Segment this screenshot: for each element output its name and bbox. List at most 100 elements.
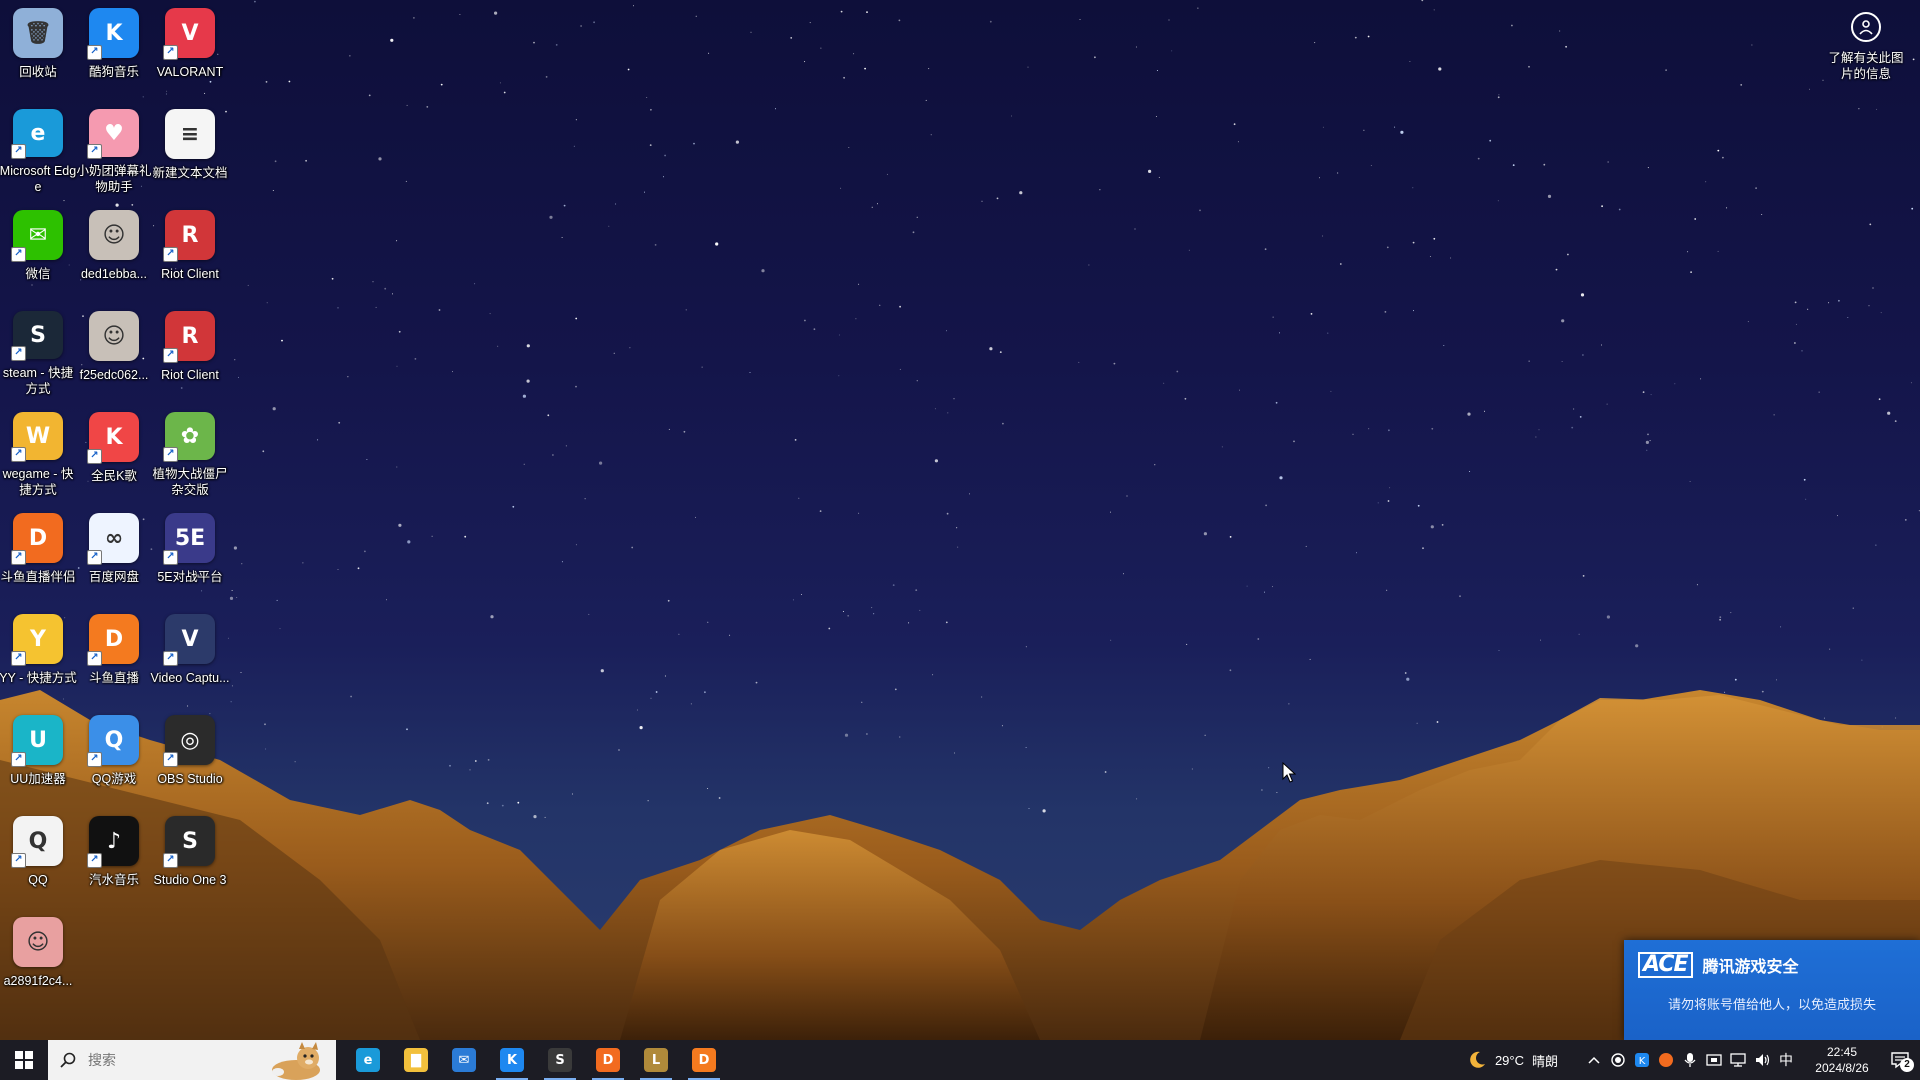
wallpaper-info[interactable]: 了解有关此图片的信息	[1824, 12, 1908, 82]
taskbar-app-button[interactable]: S	[536, 1040, 584, 1080]
weather-widget[interactable]: 29°C 晴朗	[1467, 1050, 1558, 1070]
desktop-icon-label: 小奶团弹幕礼物助手	[76, 164, 152, 194]
shortcut-arrow-icon: ↗	[163, 550, 178, 565]
desktop-icon[interactable]: D ↗ 斗鱼直播伴侣	[0, 507, 76, 599]
desktop-icon-label: 百度网盘	[88, 570, 139, 584]
desktop-icon-label: 汽水音乐	[88, 873, 139, 887]
kugou-music-icon: K	[500, 1048, 524, 1072]
search-highlight-doge-icon	[272, 1042, 320, 1080]
shortcut-arrow-icon: ↗	[11, 550, 26, 565]
desktop-icon-label: YY - 快捷方式	[0, 671, 77, 685]
desktop-icon-label: steam - 快捷方式	[2, 366, 74, 396]
windows-icon	[15, 1051, 33, 1069]
desktop-icon[interactable]: K ↗ 酷狗音乐	[76, 2, 152, 94]
taskbar-app-button[interactable]: L	[632, 1040, 680, 1080]
wechat-icon: ✉ ↗	[11, 210, 63, 262]
desktop-icon[interactable]: ◎ ↗ OBS Studio	[152, 709, 228, 801]
desktop-icon[interactable]: 🗑 回收站	[0, 2, 76, 94]
shortcut-arrow-icon: ↗	[163, 447, 178, 462]
desktop-icon-label: Studio One 3	[153, 873, 227, 887]
desktop-icon[interactable]: 5E ↗ 5E对战平台	[152, 507, 228, 599]
desktop-icon[interactable]: ☺ a2891f2c4...	[0, 911, 76, 1003]
desktop-icon[interactable]: ♥ ↗ 小奶团弹幕礼物助手	[76, 103, 152, 195]
desktop-icon[interactable]: S ↗ Studio One 3	[152, 810, 228, 902]
desktop-icon[interactable]: V ↗ Video Captu...	[150, 608, 230, 700]
shortcut-arrow-icon: ↗	[11, 853, 26, 868]
shortcut-arrow-icon: ↗	[11, 651, 26, 666]
chevron-up-icon	[1588, 1056, 1600, 1064]
kugou-tray-icon: K	[1635, 1053, 1649, 1067]
ace-security-notification[interactable]: ACE 腾讯游戏安全 请勿将账号借给他人，以免造成损失	[1624, 940, 1920, 1040]
desktop-icon-label: QQ	[28, 873, 48, 887]
desktop-icon[interactable]: R ↗ Riot Client	[152, 204, 228, 296]
tray-volume-button[interactable]	[1750, 1040, 1774, 1080]
tray-record-button[interactable]	[1606, 1040, 1630, 1080]
quanmin-kge-icon: K ↗	[87, 412, 139, 464]
desktop-icon[interactable]: Q ↗ QQ游戏	[76, 709, 152, 801]
taskbar-app-button[interactable]: K	[488, 1040, 536, 1080]
desktop-icon[interactable]: ✿ ↗ 植物大战僵尸杂交版	[152, 406, 228, 498]
desktop-icon[interactable]: Y ↗ YY - 快捷方式	[0, 608, 77, 700]
desktop-icon-label: Video Captu...	[150, 671, 230, 685]
desktop-icon-label: 回收站	[19, 65, 57, 79]
shortcut-arrow-icon: ↗	[163, 348, 178, 363]
ace-logo: ACE	[1638, 952, 1693, 978]
desktop-icon[interactable]: e ↗ Microsoft Edge	[0, 103, 76, 195]
desktop-icon-label: 酷狗音乐	[88, 65, 139, 79]
start-button[interactable]	[0, 1040, 48, 1080]
system-tray: 29°C 晴朗 K 中 22:45 2024/8/26 2	[1467, 1040, 1920, 1080]
desktop-icon-label: OBS Studio	[157, 772, 223, 786]
search-icon	[60, 1052, 76, 1068]
desktop-icon[interactable]: S ↗ steam - 快捷方式	[0, 305, 76, 397]
qishui-music-icon: ♪ ↗	[87, 816, 139, 868]
taskbar-app-button[interactable]: D	[584, 1040, 632, 1080]
clock-time: 22:45	[1826, 1045, 1858, 1059]
desktop-icon-label: 斗鱼直播伴侣	[0, 570, 76, 584]
danmaku-helper-icon: ♥ ↗	[87, 109, 139, 159]
tray-kugou-button[interactable]: K	[1630, 1040, 1654, 1080]
desktop-icon[interactable]: ☺ ded1ebba...	[76, 204, 152, 296]
desktop-icon[interactable]: D ↗ 斗鱼直播	[76, 608, 152, 700]
taskbar-clock[interactable]: 22:45 2024/8/26	[1804, 1044, 1880, 1076]
microphone-icon	[1684, 1053, 1696, 1067]
desktop-icon[interactable]: ✉ ↗ 微信	[0, 204, 76, 296]
desktop-icon[interactable]: W ↗ wegame - 快捷方式	[0, 406, 76, 498]
desktop-icon[interactable]: K ↗ 全民K歌	[76, 406, 152, 498]
file-explorer-icon: ▇	[404, 1048, 428, 1072]
shortcut-arrow-icon: ↗	[87, 752, 102, 767]
valorant-icon: V ↗	[163, 8, 215, 60]
desktop-icon-label: ded1ebba...	[80, 267, 148, 281]
show-hidden-icons-button[interactable]	[1582, 1040, 1606, 1080]
desktop-icon-label: a2891f2c4...	[3, 974, 73, 988]
taskbar-app-button[interactable]: ▇	[392, 1040, 440, 1080]
shortcut-arrow-icon: ↗	[163, 45, 178, 60]
tray-network-button[interactable]	[1726, 1040, 1750, 1080]
tray-microphone-button[interactable]	[1678, 1040, 1702, 1080]
desktop-icon[interactable]: ♪ ↗ 汽水音乐	[76, 810, 152, 902]
riot-client-icon: R ↗	[163, 311, 215, 363]
desktop-icon-label: QQ游戏	[91, 772, 137, 786]
desktop-icon[interactable]: ∞ ↗ 百度网盘	[76, 507, 152, 599]
tray-douyu-button[interactable]	[1654, 1040, 1678, 1080]
shortcut-arrow-icon: ↗	[163, 853, 178, 868]
taskbar-app-button[interactable]: D	[680, 1040, 728, 1080]
douyu-companion-icon: D	[596, 1048, 620, 1072]
desktop-icon[interactable]: R ↗ Riot Client	[152, 305, 228, 397]
desktop-icon[interactable]: V ↗ VALORANT	[152, 2, 228, 94]
desktop-icon[interactable]: ☺ f25edc062...	[76, 305, 152, 397]
taskbar-app-button[interactable]: e	[344, 1040, 392, 1080]
taskbar-app-button[interactable]: ✉	[440, 1040, 488, 1080]
tray-screenshot-button[interactable]	[1702, 1040, 1726, 1080]
shortcut-arrow-icon: ↗	[11, 247, 26, 262]
search-input[interactable]	[86, 1051, 240, 1069]
input-method-indicator[interactable]: 中	[1774, 1040, 1798, 1080]
desktop-icon[interactable]: Q ↗ QQ	[0, 810, 76, 902]
image-file-icon: ☺	[13, 917, 63, 967]
taskbar-search-box[interactable]	[48, 1040, 336, 1080]
kugou-music-icon: K ↗	[87, 8, 139, 60]
desktop-icon[interactable]: U ↗ UU加速器	[0, 709, 76, 801]
desktop-icon-label: 微信	[25, 267, 51, 281]
action-center-button[interactable]: 2	[1880, 1040, 1920, 1080]
desktop-icon[interactable]: ≡ 新建文本文档	[152, 103, 228, 195]
shortcut-arrow-icon: ↗	[87, 45, 102, 60]
